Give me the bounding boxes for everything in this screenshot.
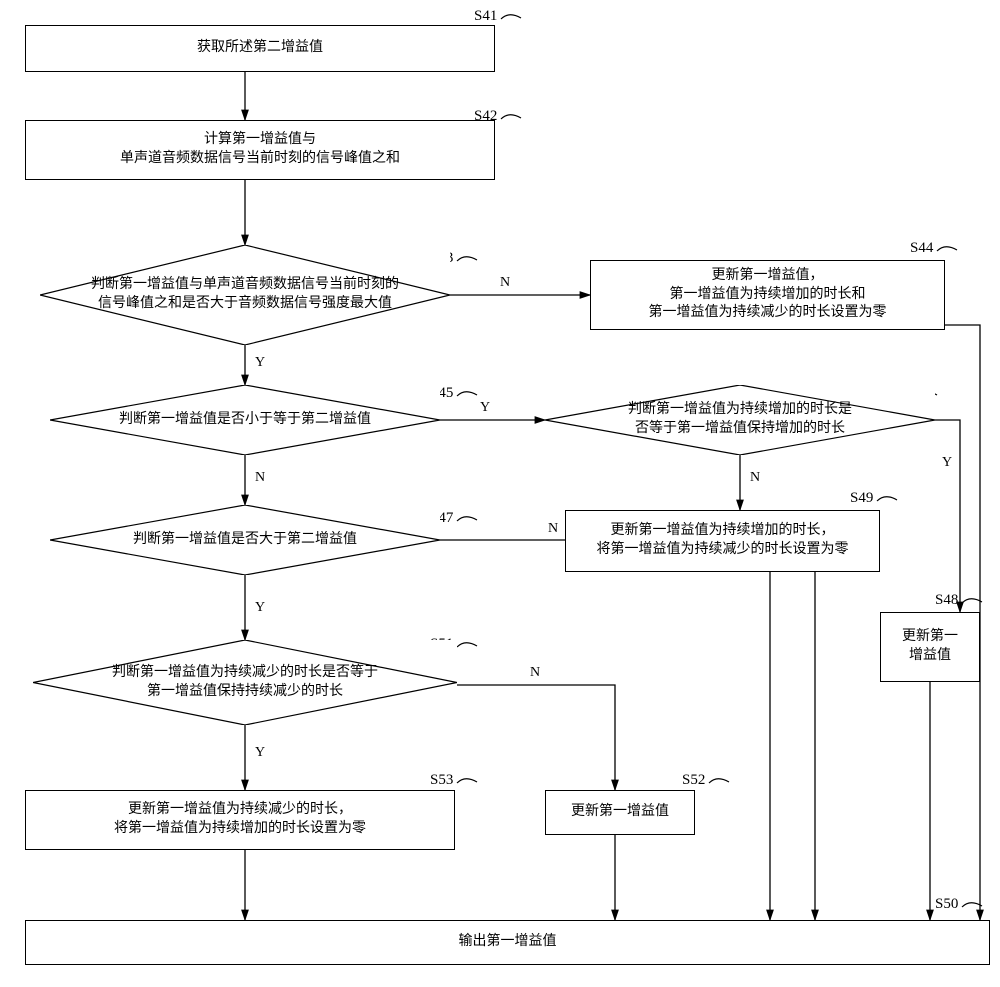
process-s50-text: 输出第一增益值 <box>459 933 557 952</box>
process-s53-text: 更新第一增益值为持续减少的时长， 将第一增益值为持续增加的时长设置为零 <box>114 801 366 839</box>
process-s41: 获取所述第二增益值 <box>25 25 495 72</box>
process-s52-text: 更新第一增益值 <box>571 803 669 822</box>
process-s44-text: 更新第一增益值， 第一增益值为持续增加的时长和 第一增益值为持续减少的时长设置为… <box>649 267 887 324</box>
process-s53: 更新第一增益值为持续减少的时长， 将第一增益值为持续增加的时长设置为零 <box>25 790 455 850</box>
edge-s43-y: Y <box>255 355 265 371</box>
process-s44: 更新第一增益值， 第一增益值为持续增加的时长和 第一增益值为持续减少的时长设置为… <box>590 260 945 330</box>
process-s42-text: 计算第一增益值与 单声道音频数据信号当前时刻的信号峰值之和 <box>120 131 400 169</box>
edge-s43-n: N <box>500 275 510 291</box>
decision-s51: 判断第一增益值为持续减少的时长是否等于 第一增益值保持持续减少的时长 <box>33 640 457 725</box>
decision-s45-text: 判断第一增益值是否小于等于第二增益值 <box>50 385 440 455</box>
decision-s51-text: 判断第一增益值为持续减少的时长是否等于 第一增益值保持持续减少的时长 <box>33 640 457 725</box>
process-s48: 更新第一 增益值 <box>880 612 980 682</box>
decision-s43: 判断第一增益值与单声道音频数据信号当前时刻的 信号峰值之和是否大于音频数据信号强… <box>40 245 450 345</box>
edge-s47-y: Y <box>255 600 265 616</box>
process-s49: 更新第一增益值为持续增加的时长， 将第一增益值为持续减少的时长设置为零 <box>565 510 880 572</box>
edge-s47-n: N <box>548 521 558 537</box>
edge-s46-n: N <box>750 470 760 486</box>
decision-s46-text: 判断第一增益值为持续增加的时长是 否等于第一增益值保持增加的时长 <box>545 385 935 455</box>
decision-s46: 判断第一增益值为持续增加的时长是 否等于第一增益值保持增加的时长 <box>545 385 935 455</box>
edge-s45-y: Y <box>480 400 490 416</box>
decision-s47: 判断第一增益值是否大于第二增益值 <box>50 505 440 575</box>
flowchart-canvas: S41 S42 S43 S44 S45 S46 S47 S49 S48 S51 … <box>0 0 1000 987</box>
edge-s45-n: N <box>255 470 265 486</box>
decision-s43-text: 判断第一增益值与单声道音频数据信号当前时刻的 信号峰值之和是否大于音频数据信号强… <box>40 245 450 345</box>
edge-s51-y: Y <box>255 745 265 761</box>
decision-s45: 判断第一增益值是否小于等于第二增益值 <box>50 385 440 455</box>
process-s52: 更新第一增益值 <box>545 790 695 835</box>
process-s49-text: 更新第一增益值为持续增加的时长， 将第一增益值为持续减少的时长设置为零 <box>597 522 849 560</box>
process-s48-text: 更新第一 增益值 <box>902 628 958 666</box>
edge-s51-n: N <box>530 665 540 681</box>
process-s41-text: 获取所述第二增益值 <box>197 39 323 58</box>
process-s42: 计算第一增益值与 单声道音频数据信号当前时刻的信号峰值之和 <box>25 120 495 180</box>
edge-s46-y: Y <box>942 455 952 471</box>
process-s50: 输出第一增益值 <box>25 920 990 965</box>
decision-s47-text: 判断第一增益值是否大于第二增益值 <box>50 505 440 575</box>
